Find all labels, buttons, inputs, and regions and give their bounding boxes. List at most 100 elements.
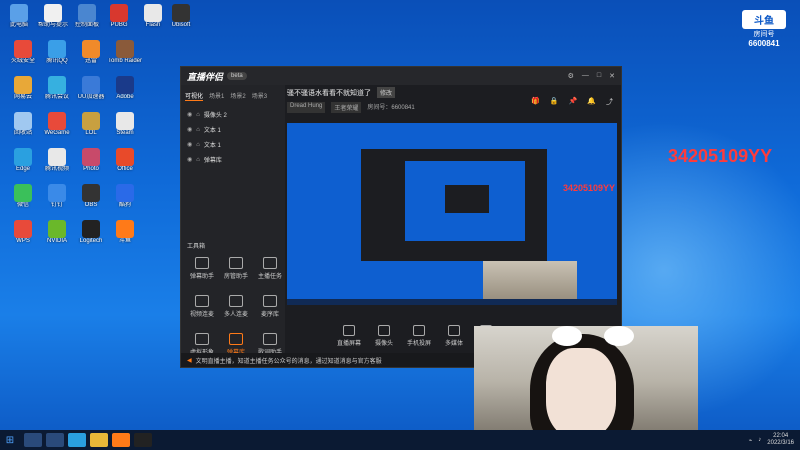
stream-preview[interactable]: 34205109YY: [287, 123, 617, 305]
eye-icon[interactable]: ◉: [187, 141, 192, 148]
desktop-icon[interactable]: 微信: [6, 184, 40, 222]
desktop-icon[interactable]: Photo: [74, 148, 108, 186]
eye-icon[interactable]: ◉: [187, 126, 192, 133]
lock-icon[interactable]: ⌂: [196, 142, 200, 148]
app-icon: [82, 184, 100, 202]
desktop-icon[interactable]: 钉钉: [40, 184, 74, 222]
gift-icon[interactable]: 🎁: [531, 97, 540, 107]
share-icon[interactable]: ⤴: [606, 97, 613, 107]
search-icon[interactable]: [24, 433, 42, 447]
bottom-action-button[interactable]: 摄像头: [375, 325, 393, 347]
app-icon: [14, 76, 32, 94]
edge-taskbar-icon[interactable]: [68, 433, 86, 447]
action-icon: [413, 325, 426, 336]
source-label: 弹幕库: [203, 158, 222, 164]
scene-tab[interactable]: 场景1: [209, 91, 224, 101]
preview-nested-window-2: [445, 185, 489, 213]
desktop-icon[interactable]: UU加速器: [74, 76, 108, 114]
app-icon: [48, 220, 66, 238]
clock[interactable]: 22:04 2022/3/16: [767, 433, 794, 447]
desktop-icon[interactable]: 腾讯QQ: [40, 40, 74, 78]
desktop-icon[interactable]: OBS: [74, 184, 108, 222]
category-tag[interactable]: 王者荣耀: [331, 102, 362, 113]
lock-icon[interactable]: ⌂: [196, 112, 200, 118]
ear-sticker-left: [552, 326, 582, 346]
desktop-icon[interactable]: LOL: [74, 112, 108, 150]
desktop-icon[interactable]: 回收站: [6, 112, 40, 150]
explorer-taskbar-icon[interactable]: [90, 433, 108, 447]
action-icon: [343, 325, 355, 336]
desktop-icon[interactable]: Logitech: [74, 220, 108, 258]
eye-icon[interactable]: ◉: [187, 111, 192, 118]
scene-tab[interactable]: 可视化: [185, 91, 204, 101]
source-item[interactable]: ◉ ⌂ 文本 1: [181, 122, 285, 137]
source-item[interactable]: ◉ ⌂ 摄像头 2: [181, 107, 285, 122]
edit-title-button[interactable]: 修改: [377, 87, 396, 98]
start-icon[interactable]: ⊞: [0, 435, 20, 446]
desktop-icon[interactable]: 帮助与提示: [36, 4, 70, 42]
desktop-icon[interactable]: 此电脑: [2, 4, 36, 42]
bottom-action-button[interactable]: 多媒体: [445, 325, 463, 347]
desktop-icon[interactable]: Tomb Raider: [108, 40, 142, 78]
desktop-icon[interactable]: WPS: [6, 220, 40, 258]
scene-tabs: 可视化 场景1 场景2 场景3: [181, 85, 285, 107]
desktop-icon-label: Tomb Raider: [108, 58, 142, 64]
taskbar: ⊞ ⌁ ♪ 22:04 2022/3/16: [0, 430, 800, 450]
lock-icon[interactable]: 🔒: [550, 97, 559, 107]
stream-title[interactable]: 骚不骚语水看看不就知道了: [287, 88, 371, 98]
desktop-icon-label: 控制面板: [74, 22, 99, 28]
desktop-icon[interactable]: 火绒安全: [6, 40, 40, 78]
minimize-icon[interactable]: —: [582, 72, 589, 80]
desktop-icon-label: Office: [117, 166, 133, 172]
bottom-action-button[interactable]: 手机投屏: [407, 325, 431, 347]
maximize-icon[interactable]: □: [597, 72, 601, 80]
desktop-icon[interactable]: 腾讯视频: [40, 148, 74, 186]
desktop-icon[interactable]: 斗鱼: [108, 220, 142, 258]
obs-taskbar-icon[interactable]: [134, 433, 152, 447]
desktop-icon[interactable]: 网易云: [6, 76, 40, 114]
scene-tab[interactable]: 场景2: [230, 91, 245, 101]
bell-icon[interactable]: 🔔: [587, 97, 596, 107]
source-item[interactable]: ◉ ⌂ 文本 1: [181, 137, 285, 152]
lock-icon[interactable]: ⌂: [196, 157, 200, 163]
app-icon: [14, 40, 32, 58]
desktop-icon[interactable]: Adobe: [108, 76, 142, 114]
tool-button[interactable]: 多人连麦: [221, 295, 251, 318]
pin-icon[interactable]: 📌: [569, 97, 578, 107]
desktop-icon-label: Logitech: [79, 238, 103, 244]
bottom-action-button[interactable]: 直播屏幕: [337, 325, 361, 347]
desktop-icon[interactable]: 腾讯会议: [40, 76, 74, 114]
network-icon[interactable]: ⌁: [749, 437, 753, 444]
tool-button[interactable]: 弹幕助手: [187, 257, 217, 280]
volume-icon[interactable]: ♪: [758, 437, 761, 443]
tool-button[interactable]: 主播任务: [255, 257, 285, 280]
tool-button[interactable]: 视频连麦: [187, 295, 217, 318]
source-item[interactable]: ◉ ⌂ 弹幕库: [181, 152, 285, 167]
desktop-icon-label: 网易云: [13, 94, 32, 100]
app-icon: [44, 4, 62, 22]
tool-button[interactable]: 房管助手: [221, 257, 251, 280]
scene-tab[interactable]: 场景3: [252, 91, 267, 101]
desktop-icon[interactable]: 酷狗: [108, 184, 142, 222]
desktop-icon[interactable]: Steam: [108, 112, 142, 150]
category-button[interactable]: Dread Hung: [287, 102, 326, 113]
desktop-icon[interactable]: Edge: [6, 148, 40, 186]
desktop-icon[interactable]: NVIDIA: [40, 220, 74, 258]
desktop-icon[interactable]: PUBG: [102, 4, 136, 42]
action-icon: [448, 325, 461, 336]
douyu-taskbar-icon[interactable]: [112, 433, 130, 447]
desktop-icon[interactable]: WeGame: [40, 112, 74, 150]
lock-icon[interactable]: ⌂: [196, 127, 200, 133]
taskview-icon[interactable]: [46, 433, 64, 447]
desktop-icon[interactable]: Office: [108, 148, 142, 186]
close-icon[interactable]: ✕: [609, 72, 615, 80]
eye-icon[interactable]: ◉: [187, 156, 192, 163]
desktop-icon-label: 钉钉: [50, 202, 63, 208]
desktop-icon[interactable]: 控制面板: [70, 4, 104, 42]
settings-icon[interactable]: ⚙: [568, 72, 574, 80]
desktop-icon[interactable]: Ubisoft: [164, 4, 198, 42]
desktop-icon[interactable]: 迅雷: [74, 40, 108, 78]
desktop-icon-label: Steam: [116, 130, 134, 136]
tool-button[interactable]: 麦序库: [255, 295, 285, 318]
tool-icon: [263, 295, 277, 307]
